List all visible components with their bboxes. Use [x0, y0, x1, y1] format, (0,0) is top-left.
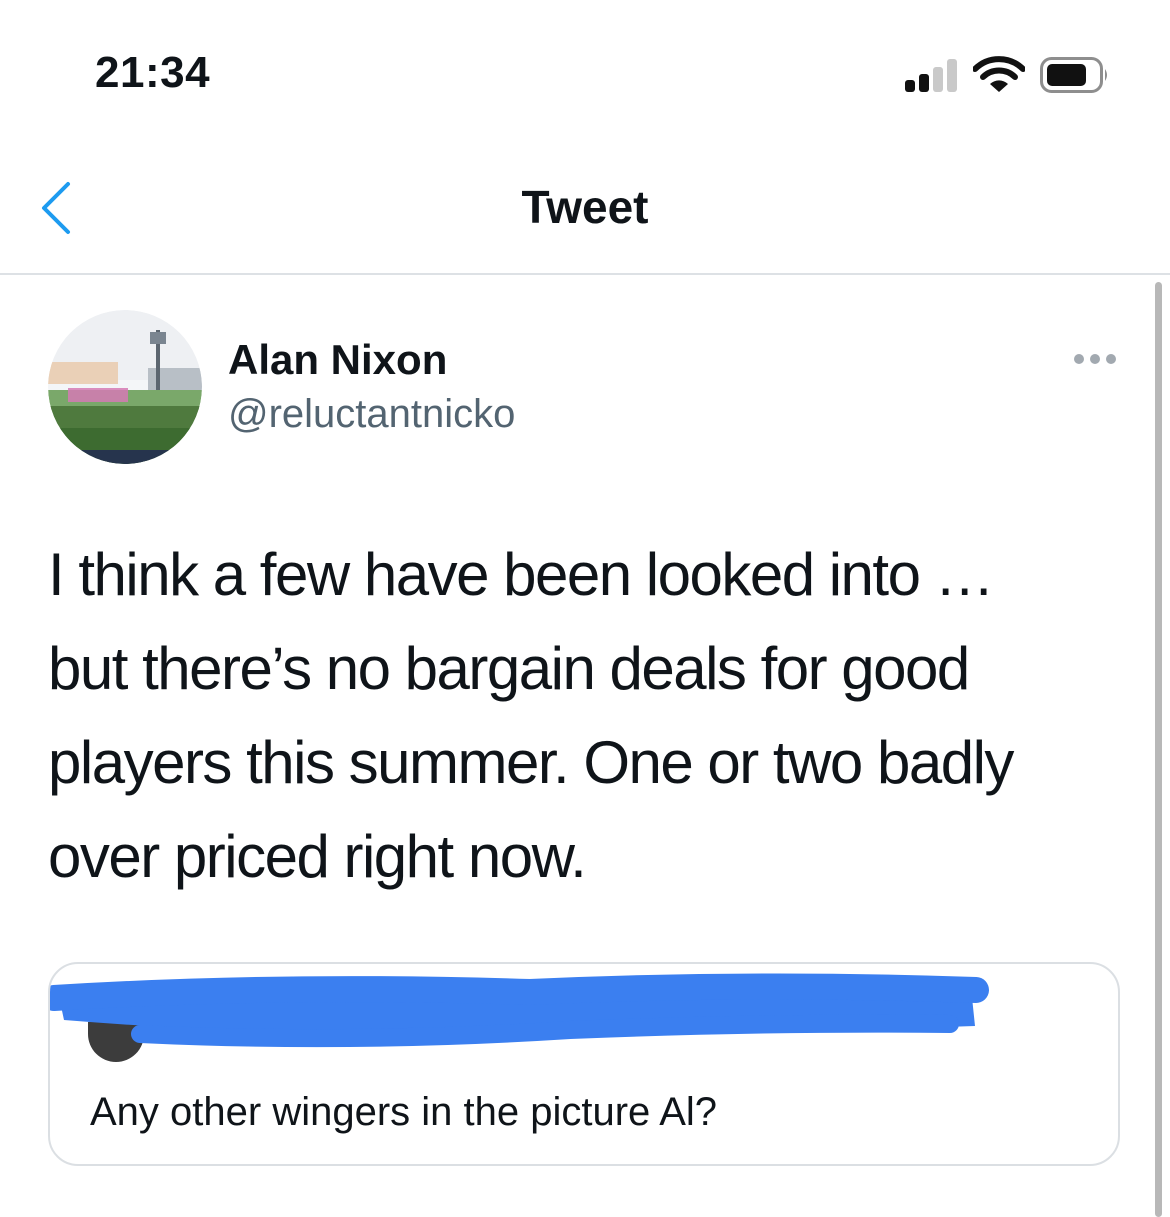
wifi-icon — [973, 56, 1025, 92]
cellular-signal-icon — [905, 58, 961, 92]
battery-icon — [1040, 57, 1107, 93]
more-horizontal-icon[interactable] — [1070, 348, 1120, 370]
author-name[interactable]: Alan Nixon — [228, 336, 447, 384]
page-title: Tweet — [521, 181, 649, 233]
tweet-text: I think a few have been looked into … bu… — [48, 528, 1128, 904]
avatar[interactable] — [48, 310, 202, 464]
navigation-bar: Tweet — [0, 140, 1170, 275]
quoted-tweet-text: Any other wingers in the picture Al? — [90, 1090, 718, 1134]
author-handle[interactable]: @reluctantnicko — [228, 392, 515, 437]
tweet-text-line: players this summer. One or two badly — [48, 729, 1014, 796]
tweet-text-line: but there’s no bargain deals for good — [48, 635, 970, 702]
status-time: 21:34 — [95, 48, 211, 97]
redaction-scribble — [50, 973, 989, 1048]
scrollbar[interactable] — [1155, 282, 1162, 1217]
tweet-text-line: over priced right now. — [48, 823, 587, 890]
tweet-text-line: I think a few have been looked into … — [48, 541, 995, 608]
status-bar: 21:34 — [0, 0, 1170, 140]
quoted-tweet[interactable]: Any other wingers in the picture Al? — [48, 962, 1120, 1166]
